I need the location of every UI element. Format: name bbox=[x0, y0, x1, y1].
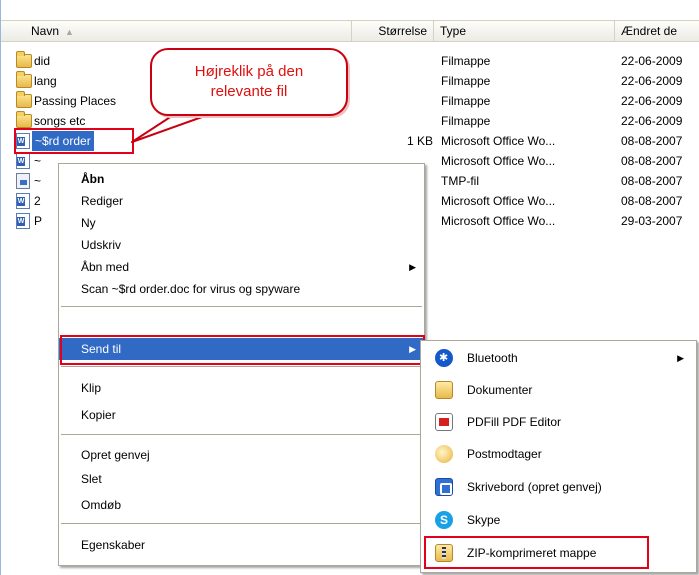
menu-separator bbox=[61, 434, 422, 435]
bluetooth-icon bbox=[435, 343, 453, 373]
send-to-mail-recipient[interactable]: Postmodtager bbox=[421, 439, 696, 469]
file-type: Filmappe bbox=[441, 114, 491, 128]
menu-item-edit[interactable]: Rediger bbox=[59, 190, 424, 212]
folder-icon bbox=[16, 111, 32, 128]
desktop-icon bbox=[435, 478, 453, 496]
file-type: Microsoft Office Wo... bbox=[441, 214, 556, 228]
column-header-modified[interactable]: Ændret de bbox=[615, 21, 699, 42]
file-type: Microsoft Office Wo... bbox=[441, 134, 556, 148]
file-name: Passing Places bbox=[34, 94, 117, 108]
send-to-skype[interactable]: S Skype bbox=[421, 505, 696, 535]
send-to-skype-label: Skype bbox=[467, 513, 501, 527]
file-size: 1 KB bbox=[406, 134, 433, 148]
folder-icon bbox=[16, 91, 32, 108]
send-to-desktop-label: Skrivebord (opret genvej) bbox=[467, 480, 602, 494]
column-header-type[interactable]: Type bbox=[434, 21, 615, 42]
column-header-name[interactable]: Navn ▲ bbox=[1, 21, 352, 42]
file-date: 22-06-2009 bbox=[621, 94, 683, 108]
menu-separator bbox=[61, 366, 422, 367]
send-to-documents[interactable]: Dokumenter bbox=[421, 375, 696, 405]
menu-item-open-with[interactable]: Åbn med ▶ bbox=[59, 256, 424, 278]
column-name-label: Navn bbox=[31, 24, 60, 38]
file-date: 22-06-2009 bbox=[621, 74, 683, 88]
instruction-callout: Højreklik på den relevante fil bbox=[150, 48, 348, 116]
file-name: ~ bbox=[34, 174, 42, 188]
menu-item-delete[interactable]: Slet bbox=[59, 468, 424, 490]
file-date: 29-03-2007 bbox=[621, 214, 683, 228]
menu-item-scan-virus[interactable]: Scan ~$rd order.doc for virus og spyware bbox=[59, 278, 424, 300]
menu-item-create-shortcut[interactable]: Opret genvej bbox=[59, 444, 424, 466]
documents-folder-icon bbox=[435, 381, 453, 399]
file-type: Filmappe bbox=[441, 74, 491, 88]
file-type: Microsoft Office Wo... bbox=[441, 194, 556, 208]
send-to-desktop[interactable]: Skrivebord (opret genvej) bbox=[421, 472, 696, 502]
menu-item-cut[interactable]: Klip bbox=[59, 377, 424, 399]
folder-icon bbox=[16, 71, 32, 88]
file-name: ~ bbox=[34, 154, 42, 168]
file-row[interactable]: lang Filmappe 22-06-2009 bbox=[1, 71, 699, 91]
menu-item-open[interactable]: Åbn bbox=[59, 168, 424, 190]
menu-item-properties[interactable]: Egenskaber bbox=[59, 534, 424, 556]
file-date: 22-06-2009 bbox=[621, 54, 683, 68]
menu-separator bbox=[61, 523, 422, 524]
file-type: TMP-fil bbox=[441, 174, 479, 188]
menu-item-open-with-label: Åbn med bbox=[81, 260, 130, 274]
file-date: 08-08-2007 bbox=[621, 194, 683, 208]
file-date: 22-06-2009 bbox=[621, 114, 683, 128]
column-header-size[interactable]: Størrelse bbox=[352, 21, 434, 42]
menu-item-new[interactable]: Ny bbox=[59, 212, 424, 234]
column-header-bar: Navn ▲ Størrelse Type Ændret de bbox=[1, 20, 699, 42]
word-document-icon bbox=[16, 213, 30, 229]
file-type: Filmappe bbox=[441, 94, 491, 108]
file-date: 08-08-2007 bbox=[621, 134, 683, 148]
send-to-pdfill[interactable]: PDFill PDF Editor bbox=[421, 407, 696, 437]
send-to-bluetooth-label: Bluetooth bbox=[467, 351, 518, 365]
file-date: 08-08-2007 bbox=[621, 154, 683, 168]
send-to-pdfill-label: PDFill PDF Editor bbox=[467, 415, 562, 429]
send-to-highlight bbox=[60, 335, 425, 365]
menu-item-rename[interactable]: Omdøb bbox=[59, 494, 424, 516]
file-type: Microsoft Office Wo... bbox=[441, 154, 556, 168]
zip-option-highlight bbox=[424, 536, 649, 569]
skype-icon: S bbox=[435, 511, 453, 529]
submenu-arrow-icon: ▶ bbox=[677, 353, 684, 363]
send-to-mail-recipient-label: Postmodtager bbox=[467, 447, 542, 461]
menu-separator bbox=[61, 306, 422, 307]
file-name: 2 bbox=[34, 194, 41, 208]
file-date: 08-08-2007 bbox=[621, 174, 683, 188]
sort-ascending-icon: ▲ bbox=[65, 27, 74, 37]
mail-recipient-icon bbox=[435, 445, 453, 463]
word-document-icon bbox=[16, 153, 30, 169]
file-row[interactable]: Passing Places Filmappe 22-06-2009 bbox=[1, 91, 699, 111]
file-name: P bbox=[34, 214, 43, 228]
temp-file-icon bbox=[16, 173, 30, 189]
send-to-documents-label: Dokumenter bbox=[467, 383, 533, 397]
file-type: Filmappe bbox=[441, 54, 491, 68]
word-document-icon bbox=[16, 193, 30, 209]
selected-file-highlight bbox=[14, 128, 134, 154]
submenu-arrow-icon: ▶ bbox=[409, 262, 416, 272]
menu-item-copy[interactable]: Kopier bbox=[59, 404, 424, 426]
file-name: lang bbox=[34, 74, 57, 88]
send-to-bluetooth[interactable]: Bluetooth ▶ bbox=[421, 343, 696, 373]
callout-text: Højreklik på den relevante fil bbox=[194, 63, 304, 100]
folder-icon bbox=[16, 51, 32, 68]
menu-item-print[interactable]: Udskriv bbox=[59, 234, 424, 256]
file-row[interactable]: did Filmappe 22-06-2009 bbox=[1, 51, 699, 71]
file-name: did bbox=[34, 54, 51, 68]
pdf-icon bbox=[435, 413, 453, 431]
